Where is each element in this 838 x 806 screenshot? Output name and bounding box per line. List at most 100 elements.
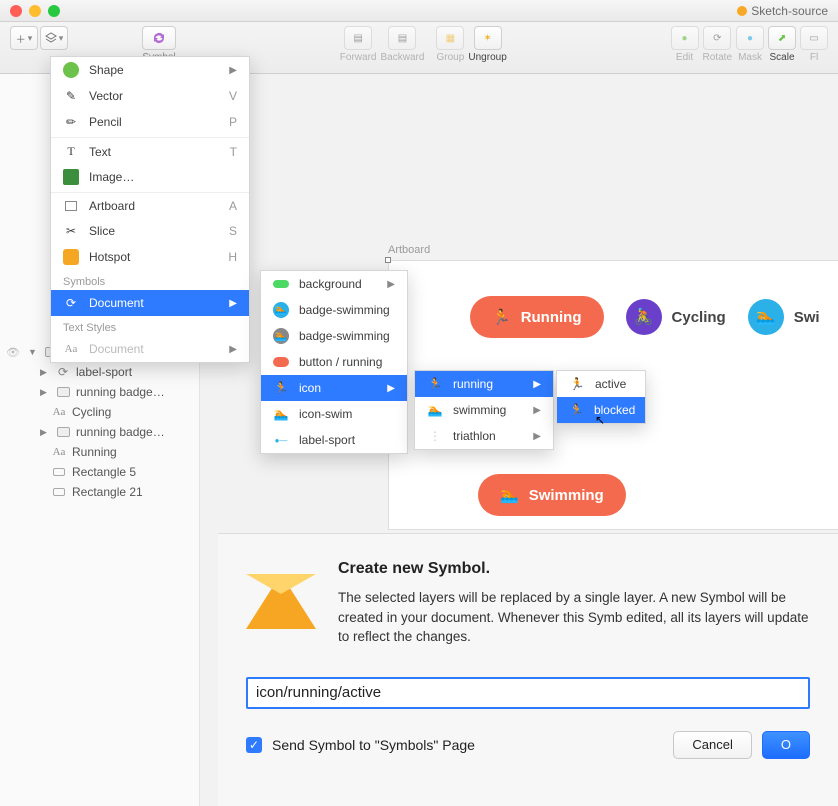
submenu-item-active[interactable]: 🏃 active [557,371,645,397]
edit-icon: ● [682,33,688,44]
menu-header-symbols: Symbols [51,270,249,290]
menu-label: button / running [299,355,382,369]
layer-row-running[interactable]: Aa Running [0,442,199,462]
triathlon-icon: ⋮ [427,429,443,443]
backward-label: Backward [380,52,424,63]
layer-row-rect-21[interactable]: Rectangle 21 [0,482,199,502]
folder-icon [57,427,70,437]
submenu-item-badge-swimming-1[interactable]: 🏊 badge-swimming [261,297,407,323]
menu-item-text[interactable]: T Text T [51,137,249,164]
ungroup-button[interactable]: ✶ [474,26,502,50]
document-symbols-submenu: background ▶ 🏊 badge-swimming 🏊 badge-sw… [260,270,408,454]
edit-button[interactable]: ● [671,26,699,50]
layer-row-running-badge-3[interactable]: ▶ running badge… [0,422,199,442]
layer-row-rect-5[interactable]: Rectangle 5 [0,462,199,482]
create-symbol-button[interactable] [142,26,176,50]
create-symbol-dialog: Create new Symbol. The selected layers w… [218,533,838,806]
menu-item-artboard[interactable]: Artboard A [51,192,249,218]
menu-item-shape[interactable]: Shape ▶ [51,57,249,83]
swimming-badge[interactable]: 🏊 Swimming [478,474,626,516]
titlebar: Sketch-source [0,0,838,22]
chevron-right-icon: ▶ [387,383,395,394]
layer-label: running badge… [76,425,165,439]
menu-label: background [299,277,362,291]
hotspot-icon [63,249,79,265]
rotate-tool: ⟳ Rotate [703,26,732,63]
rectangle-icon [53,488,65,496]
submenu-item-swimming[interactable]: 🏊 swimming ▶ [415,397,553,423]
submenu-item-background[interactable]: background ▶ [261,271,407,297]
layer-label: Running [72,445,117,459]
mask-button[interactable]: ● [736,26,764,50]
pencil-icon: ✏ [63,115,79,129]
artboard-icon [65,201,77,211]
shortcut: S [229,224,237,238]
menu-label: Image… [89,170,134,184]
cycling-badge[interactable]: 🚴 Cycling [626,299,726,335]
group-button[interactable]: ▦ [436,26,464,50]
symbol-name-input[interactable] [246,677,810,709]
menu-label: Text [89,145,111,159]
artboard-label[interactable]: Artboard [388,244,430,256]
layer-row-label-sport[interactable]: ▶⟳ label-sport [0,362,199,382]
cycling-icon: 🚴 [626,299,662,335]
scale-button[interactable]: ⬈ [768,26,796,50]
badge-swimming-icon: 🏊 [273,302,289,318]
text-icon: Aa [52,445,66,459]
layer-row-cycling[interactable]: Aa Cycling [0,402,199,422]
chevron-right-icon: ▶ [533,379,541,390]
menu-item-image[interactable]: Image… [51,164,249,190]
swimming-badge-top[interactable]: 🏊 Swi [748,299,820,335]
chevron-right-icon: ▶ [229,65,237,76]
submenu-item-blocked[interactable]: 🏃 blocked ↖ [557,397,645,423]
zoom-window-icon[interactable] [48,5,60,17]
submenu-item-label-sport[interactable]: ●— label-sport [261,427,407,453]
badge-row: 🏃 Running 🚴 Cycling 🏊 Swi [470,296,820,338]
visibility-icon[interactable]: 👁 [6,346,20,359]
menu-item-document-textstyles[interactable]: Aa Document ▶ [51,336,249,362]
minimize-window-icon[interactable] [29,5,41,17]
menu-item-pencil[interactable]: ✏ Pencil P [51,109,249,135]
scale-label: Scale [770,52,795,63]
swimming-label-top: Swi [794,309,820,326]
cancel-button[interactable]: Cancel [673,731,751,759]
menu-label: Hotspot [89,250,130,264]
menu-item-vector[interactable]: ✎ Vector V [51,83,249,109]
layer-row-running-badge-2[interactable]: ▶ running badge… [0,382,199,402]
submenu-item-icon-swim[interactable]: 🏊 icon-swim [261,401,407,427]
running-state-submenu: 🏃 active 🏃 blocked ↖ [556,370,646,424]
ungroup-icon: ✶ [483,33,491,44]
submenu-item-button-running[interactable]: button / running [261,349,407,375]
text-icon: Aa [63,343,79,355]
close-window-icon[interactable] [10,5,22,17]
symbol-icon: ⟳ [63,296,79,310]
menu-label: Slice [89,224,115,238]
submenu-item-triathlon[interactable]: ⋮ triathlon ▶ [415,423,553,449]
ok-button[interactable]: O [762,731,810,759]
selection-handle[interactable] [385,257,391,263]
shortcut: H [228,250,237,264]
layers-button[interactable] [40,26,68,50]
send-to-symbols-checkbox[interactable]: ✓ [246,737,262,753]
forward-button[interactable]: ▤ [344,26,372,50]
insert-button[interactable]: ＋ [10,26,38,50]
window-controls [10,5,60,17]
running-badge[interactable]: 🏃 Running [470,296,604,338]
flatten-button[interactable]: ▭ [800,26,828,50]
shortcut: A [229,199,237,213]
running-icon: 🏃 [569,403,584,417]
text-icon: Aa [52,405,66,419]
menu-item-document-symbols[interactable]: ⟳ Document ▶ [51,290,249,316]
backward-button[interactable]: ▤ [388,26,416,50]
rotate-button[interactable]: ⟳ [703,26,731,50]
menu-item-slice[interactable]: ✂ Slice S [51,218,249,244]
chevron-right-icon: ▶ [387,279,395,290]
submenu-item-badge-swimming-2[interactable]: 🏊 badge-swimming [261,323,407,349]
submenu-item-icon[interactable]: 🏃 icon ▶ [261,375,407,401]
document-title-text: Sketch-source [751,4,828,18]
dialog-body: The selected layers will be replaced by … [338,588,810,647]
submenu-item-running[interactable]: 🏃 running ▶ [415,371,553,397]
menu-item-hotspot[interactable]: Hotspot H [51,244,249,270]
symbol-icon: ⟳ [56,365,70,379]
mask-icon: ● [747,33,753,44]
